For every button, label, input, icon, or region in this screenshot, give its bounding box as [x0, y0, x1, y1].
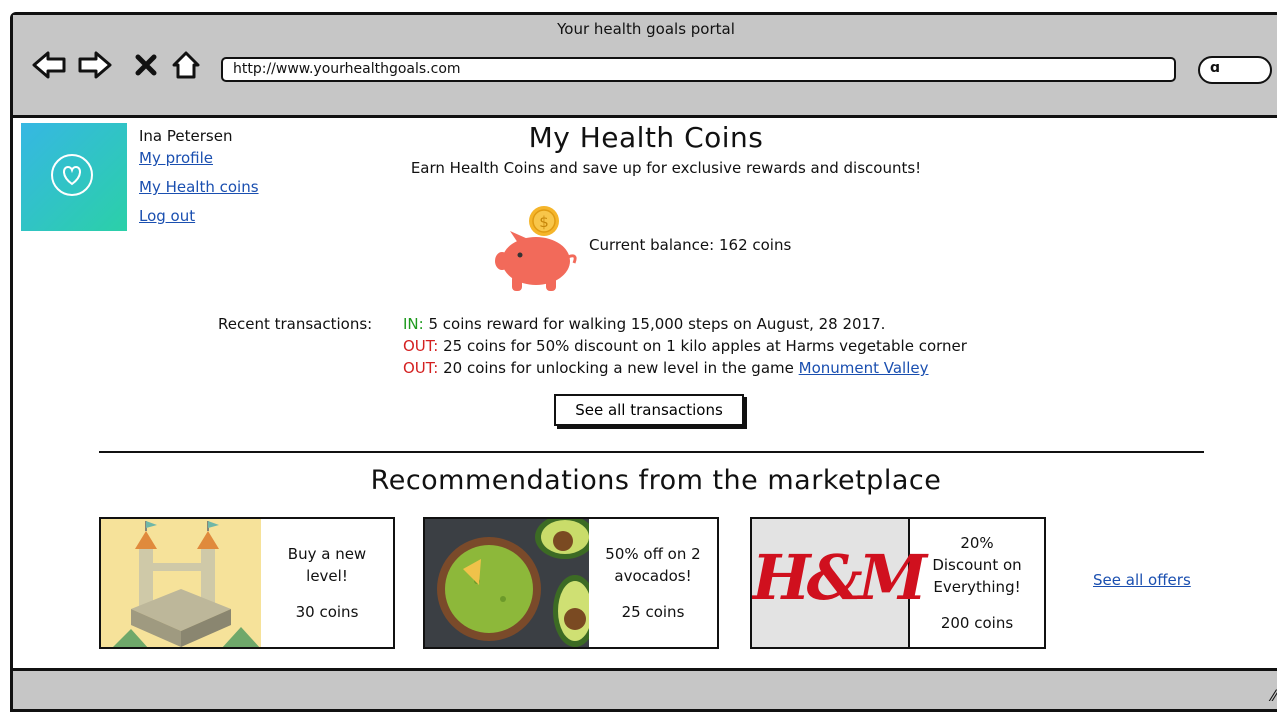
- offer-line: Discount on: [932, 556, 1022, 574]
- forward-arrow-icon[interactable]: [75, 48, 115, 82]
- offer-price: 200 coins: [940, 614, 1014, 632]
- my-health-coins-link[interactable]: My Health coins: [139, 178, 259, 196]
- offer-card-avocado[interactable]: 50% off on 2 avocados! 25 coins: [423, 517, 719, 649]
- status-bar: ⁄⁄: [13, 668, 1277, 709]
- hm-logo-image: H&M: [752, 519, 927, 647]
- transaction-text: 20 coins for unlocking a new level in th…: [438, 359, 799, 377]
- current-balance: Current balance: 162 coins: [589, 236, 792, 254]
- transactions-label: Recent transactions:: [218, 315, 373, 333]
- home-icon[interactable]: [169, 48, 203, 82]
- transaction-row: OUT: 20 coins for unlocking a new level …: [403, 359, 929, 377]
- offer-card-hm[interactable]: H&M 20% Discount on Everything! 200 coin…: [750, 517, 1046, 649]
- offer-text: Buy a new level! 30 coins: [261, 519, 393, 647]
- offer-line: Buy a new: [287, 545, 367, 563]
- offer-line: avocados!: [614, 567, 692, 585]
- transaction-row: IN: 5 coins reward for walking 15,000 st…: [403, 315, 885, 333]
- see-all-offers-link[interactable]: See all offers: [1093, 571, 1191, 589]
- offer-price: 30 coins: [295, 603, 359, 621]
- page-title: My Health Coins: [528, 121, 764, 154]
- page-content: Ina Petersen My profile My Health coins …: [13, 115, 1277, 671]
- transaction-type: OUT:: [403, 337, 439, 355]
- offer-line: Everything!: [933, 578, 1021, 596]
- transaction-type: IN:: [403, 315, 424, 333]
- offer-price: 25 coins: [621, 603, 685, 621]
- piggy-bank-icon: $: [488, 203, 580, 299]
- url-input[interactable]: http://www.yourhealthgoals.com: [221, 57, 1176, 82]
- transaction-row: OUT: 25 coins for 50% discount on 1 kilo…: [403, 337, 967, 355]
- browser-chrome: Your health goals portal http://www.your…: [13, 15, 1277, 118]
- offer-text: 50% off on 2 avocados! 25 coins: [589, 519, 717, 647]
- browser-window: Your health goals portal http://www.your…: [10, 12, 1277, 712]
- offer-line: 50% off on 2: [605, 545, 701, 563]
- search-icon[interactable]: ɑ: [1210, 60, 1220, 76]
- log-out-link[interactable]: Log out: [139, 207, 195, 225]
- close-x-icon[interactable]: [131, 48, 161, 82]
- offer-line: level!: [306, 567, 348, 585]
- monument-valley-link[interactable]: Monument Valley: [799, 359, 929, 377]
- offer-text: 20% Discount on Everything! 200 coins: [910, 519, 1044, 647]
- transaction-text: 25 coins for 50% discount on 1 kilo appl…: [438, 337, 967, 355]
- window-title: Your health goals portal: [557, 20, 735, 38]
- offer-line: 20%: [960, 534, 994, 552]
- resize-handle-icon[interactable]: ⁄⁄: [1272, 686, 1277, 705]
- page-subtitle: Earn Health Coins and save up for exclus…: [410, 159, 922, 177]
- transaction-text: 5 coins reward for walking 15,000 steps …: [423, 315, 886, 333]
- see-all-transactions-button[interactable]: See all transactions: [554, 394, 744, 426]
- search-box[interactable]: ɑ: [1198, 56, 1272, 84]
- monument-valley-image: [101, 519, 261, 647]
- transaction-type: OUT:: [403, 359, 439, 377]
- back-arrow-icon[interactable]: [29, 48, 69, 82]
- guacamole-image: [425, 519, 597, 647]
- coin-symbol: $: [539, 213, 549, 231]
- offer-card-level[interactable]: Buy a new level! 30 coins: [99, 517, 395, 649]
- marketplace-title: Recommendations from the marketplace: [370, 465, 942, 496]
- hm-logo-text: H&M: [752, 541, 927, 614]
- section-divider: [99, 451, 1204, 453]
